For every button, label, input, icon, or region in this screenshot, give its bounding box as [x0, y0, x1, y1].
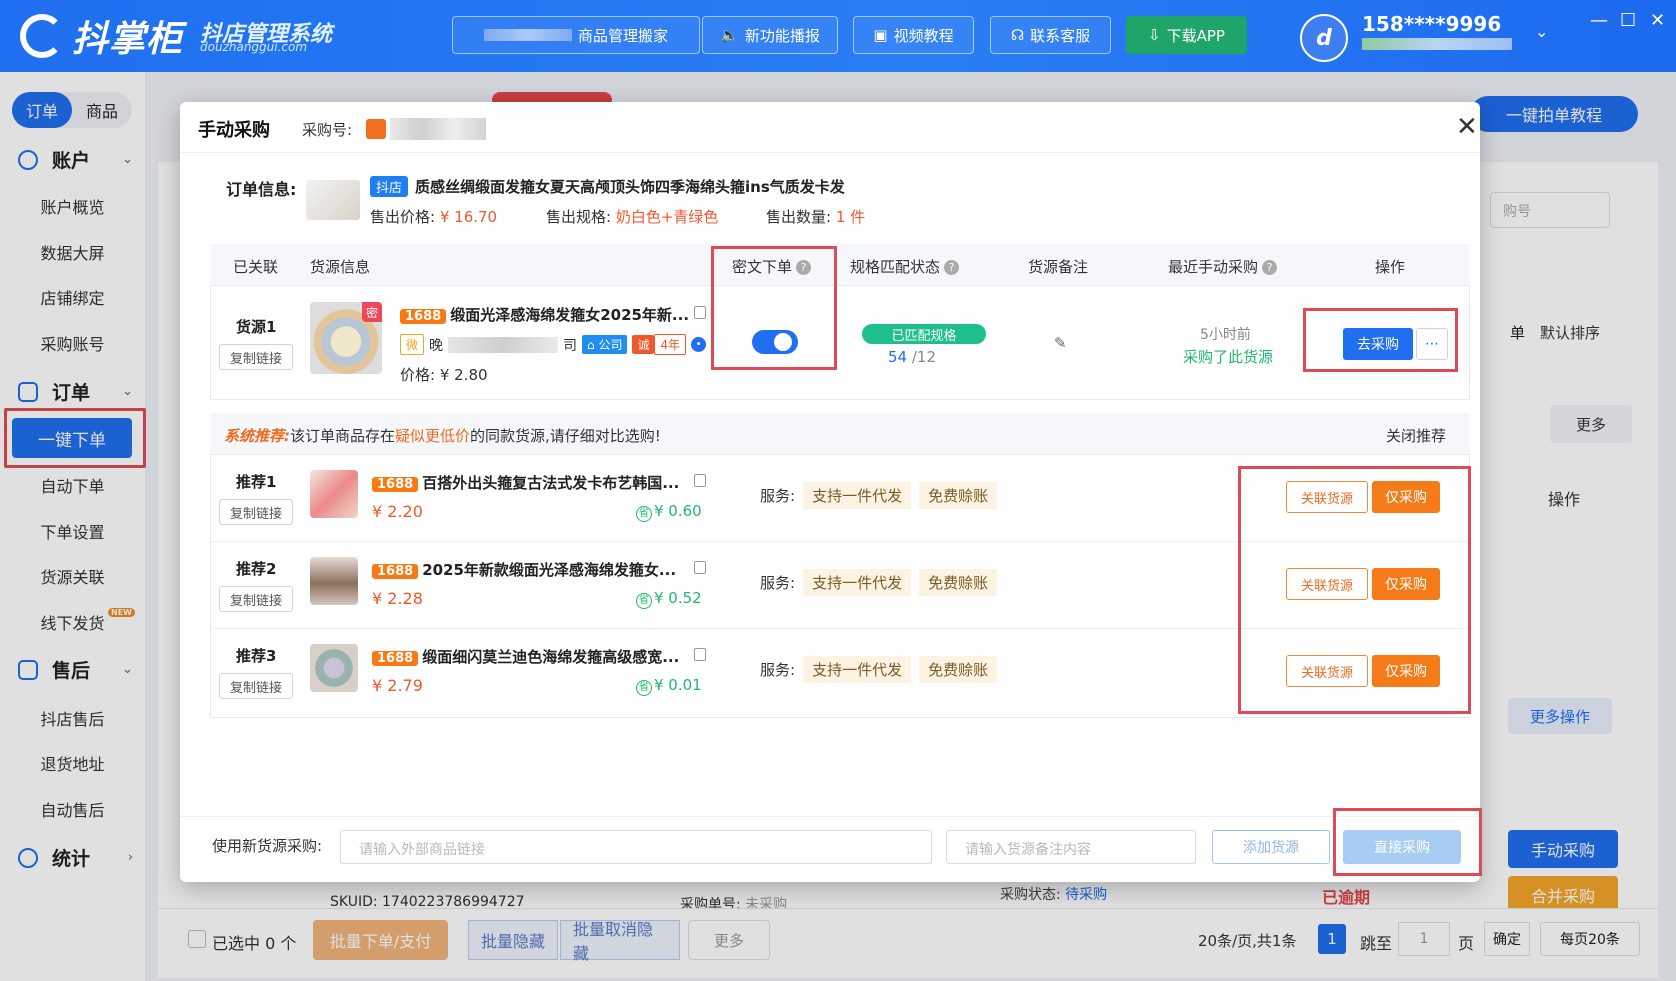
headset-icon: ☊ [1010, 26, 1025, 44]
recommend-saving: 省 ¥ 0.60 [636, 502, 702, 522]
download-icon: ⇩ [1148, 26, 1161, 44]
recommend-label: 推荐3 [236, 647, 277, 665]
copy-link-button[interactable]: 复制链接 [219, 673, 293, 699]
years-badge: 4年 [654, 334, 687, 355]
video-tutorial-button[interactable]: ▣ 视频教程 [853, 16, 974, 54]
divider [180, 816, 1480, 817]
copy-icon[interactable] [694, 474, 706, 487]
recommend-services: 服务: 支持一件代发 免费赊账 [760, 569, 998, 596]
match-count: 54 /12 [888, 348, 937, 366]
download-app-button[interactable]: ⇩ 下载APP [1126, 16, 1247, 54]
video-icon: ▣ [873, 26, 888, 44]
user-phone: 158****9996 [1362, 12, 1502, 36]
logo-icon [20, 14, 64, 58]
add-source-button[interactable]: 添加货源 [1212, 830, 1330, 864]
recommend-product-image [310, 470, 358, 518]
highlight-box-recommend-actions [1238, 466, 1471, 714]
minimize-icon[interactable]: — [1590, 10, 1608, 31]
app-logo-text: 抖掌柜 [72, 19, 184, 60]
col-match-status: 规格匹配状态? [850, 256, 960, 277]
highlight-box-secret-order [711, 246, 837, 370]
copy-icon[interactable] [694, 648, 706, 661]
sale-spec: 售出规格: 奶白色+青绿色 [546, 208, 719, 226]
recommend-label: 推荐2 [236, 560, 277, 578]
divider [180, 152, 1480, 153]
help-icon[interactable]: ? [944, 260, 960, 275]
recommend-product-title[interactable]: 1688 缎面细闪莫兰迪色海绵发箍高级感宽... [372, 646, 679, 667]
source-product-title[interactable]: 1688 缎面光泽感海绵发箍女2025年新... [400, 304, 689, 325]
recommend-price: ¥ 2.20 [372, 502, 423, 521]
external-link-input[interactable]: 请输入外部商品链接 [340, 830, 932, 864]
app-logo-url: douzhanggui.com [200, 40, 308, 54]
recommend-product-title[interactable]: 1688 百搭外出头箍复古法式发卡布艺韩国... [372, 472, 679, 493]
recommend-price: ¥ 2.28 [372, 589, 423, 608]
copy-link-button[interactable]: 复制链接 [219, 344, 293, 370]
blurred-shop-name [1362, 38, 1512, 50]
company-badge: ⌂ 公司 [582, 335, 628, 354]
douyin-store-tag: 抖店 [370, 176, 409, 197]
contact-support-button[interactable]: ☊ 联系客服 [990, 16, 1111, 54]
avatar[interactable]: d [1300, 14, 1348, 62]
order-info-label: 订单信息: [226, 180, 297, 199]
recommend-product-title[interactable]: 1688 2025年新款缎面光泽感海绵发箍女... [372, 559, 676, 580]
order-product-image [306, 180, 360, 220]
col-linked: 已关联 [233, 258, 279, 276]
recommend-price: ¥ 2.79 [372, 676, 423, 695]
chat-icon[interactable]: • [691, 337, 707, 352]
save-icon: 省 [636, 680, 652, 696]
recommend-services: 服务: 支持一件代发 免费赊账 [760, 482, 998, 509]
shop-icon: 微 [400, 334, 425, 355]
recommend-label: 推荐1 [236, 473, 277, 491]
help-icon[interactable]: ? [1262, 260, 1278, 275]
trust-badge: 诚 [632, 335, 655, 354]
order-product-title: 质感丝绸缎面发箍女夏天高颅顶头饰四季海绵头箍ins气质发卡发 [415, 178, 845, 196]
recommend-saving: 省 ¥ 0.01 [636, 676, 702, 696]
source-note-input[interactable]: 请输入货源备注内容 [946, 830, 1196, 864]
match-status-badge: 已匹配规格 [862, 324, 986, 344]
blurred-purchase-no [390, 118, 486, 140]
copy-link-button[interactable]: 复制链接 [219, 586, 293, 612]
close-icon[interactable]: ✕ [1456, 112, 1478, 142]
recommend-product-image [310, 557, 358, 605]
recent-purchase-time: 5小时前 [1200, 327, 1251, 343]
modal-title: 手动采购 [198, 120, 270, 141]
recommend-product-image [310, 644, 358, 692]
source-label: 货源1 [236, 318, 277, 336]
chevron-down-icon[interactable]: ⌄ [1535, 22, 1548, 41]
secret-badge: 密 [362, 302, 382, 322]
1688-icon [366, 119, 386, 139]
copy-icon[interactable] [694, 306, 706, 319]
blurred-shop-name [448, 336, 559, 353]
recommend-saving: 省 ¥ 0.52 [636, 589, 702, 609]
sale-price: 售出价格: ¥ 16.70 [370, 208, 498, 226]
save-icon: 省 [636, 593, 652, 609]
col-source-info: 货源信息 [310, 258, 371, 276]
source-shop-info: 微 晚 司 ⌂ 公司 诚 4年 • [400, 334, 707, 355]
col-source-note: 货源备注 [1028, 258, 1089, 276]
save-icon: 省 [636, 506, 652, 522]
source-price: 价格: ¥ 2.80 [400, 366, 488, 384]
highlight-box-go-purchase [1303, 308, 1458, 372]
copy-icon[interactable] [694, 561, 706, 574]
blurred-text [483, 29, 572, 41]
close-window-icon[interactable]: ✕ [1650, 10, 1665, 31]
source-table-header [210, 244, 1470, 286]
maximize-icon[interactable]: ☐ [1620, 10, 1636, 31]
recommend-services: 服务: 支持一件代发 免费赊账 [760, 656, 998, 683]
recent-purchase-text: 采购了此货源 [1183, 348, 1274, 366]
sale-qty: 售出数量: 1 件 [766, 208, 866, 226]
col-actions: 操作 [1375, 258, 1406, 276]
product-move-button[interactable]: 商品管理搬家 [452, 16, 700, 54]
copy-link-button[interactable]: 复制链接 [219, 499, 293, 525]
recommend-notice: 系统推荐:该订单商品存在疑似更低价的同款货源,请仔细对比选购! [224, 427, 661, 445]
col-recent-purchase: 最近手动采购? [1168, 256, 1278, 277]
highlight-box-direct-purchase [1333, 808, 1482, 876]
speaker-icon: 🔈 [720, 26, 739, 44]
purchase-no-label: 采购号: [302, 121, 353, 139]
close-recommend-link[interactable]: 关闭推荐 [1386, 425, 1446, 446]
edit-note-icon[interactable]: ✎ [1054, 334, 1067, 352]
new-features-button[interactable]: 🔈 新功能播报 [702, 16, 838, 54]
new-source-label: 使用新货源采购: [212, 837, 323, 855]
